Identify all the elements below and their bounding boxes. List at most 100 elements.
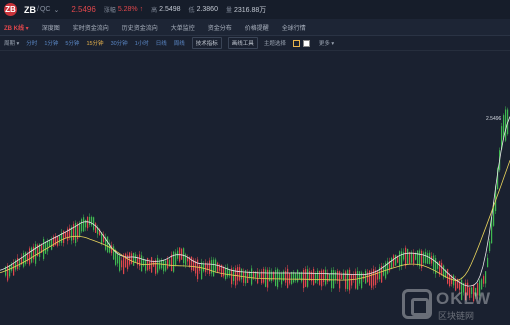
candle-body xyxy=(59,235,61,243)
candle-body xyxy=(505,109,507,141)
candle-body xyxy=(427,253,429,264)
chevron-down-icon[interactable]: ⌄ xyxy=(53,6,59,14)
candle-body xyxy=(275,269,277,286)
candle-body xyxy=(393,255,395,267)
period-dropdown[interactable]: 周期 ▾ xyxy=(4,39,19,47)
high-label: 高 xyxy=(151,8,158,14)
candle-body xyxy=(293,272,295,283)
candle-body xyxy=(403,252,405,260)
candle-body xyxy=(489,241,491,252)
candle-body xyxy=(215,259,217,272)
high-value: 2.5498 xyxy=(159,6,181,13)
candle-body xyxy=(217,262,219,273)
candle-body xyxy=(89,217,91,225)
candle-body xyxy=(341,274,343,280)
candle-body xyxy=(79,222,81,237)
candle-body xyxy=(65,232,67,238)
candle-body xyxy=(159,261,161,269)
candle-body xyxy=(213,259,215,277)
candle-body xyxy=(433,255,435,270)
candle-body xyxy=(333,270,335,289)
candle-body xyxy=(449,274,451,286)
candle-body xyxy=(265,269,267,287)
candle-body xyxy=(277,269,279,288)
candle-body xyxy=(419,250,421,267)
interval-1h[interactable]: 1小时 xyxy=(135,39,149,47)
candle-body xyxy=(321,270,323,287)
more-dropdown[interactable]: 更多 ▾ xyxy=(319,39,334,47)
candle-body xyxy=(307,269,309,287)
candle-body xyxy=(23,252,25,267)
interval-1m[interactable]: 1分钟 xyxy=(44,39,58,47)
candle-body xyxy=(51,239,53,250)
candle-body xyxy=(31,247,33,263)
candle-body xyxy=(107,236,109,253)
candle-body xyxy=(87,216,89,229)
candle-body xyxy=(9,265,11,277)
candle-body xyxy=(123,254,125,274)
candle-body xyxy=(373,269,375,286)
candle-body xyxy=(425,251,427,264)
drawing-tools-button[interactable]: 画线工具 xyxy=(227,37,258,49)
candle-body xyxy=(431,256,433,264)
chart-toolbar: 周期 ▾ 分时 1分钟 5分钟 15分钟 30分钟 1小时 日线 周线 技术指标… xyxy=(0,36,510,51)
tab-large-orders[interactable]: 大单监控 xyxy=(171,23,195,32)
interval-30m[interactable]: 30分钟 xyxy=(111,39,128,47)
candle-body xyxy=(289,272,291,284)
tab-fund-distribution[interactable]: 资金分布 xyxy=(208,23,232,32)
candle-body xyxy=(111,245,113,254)
theme-dark-swatch[interactable] xyxy=(292,39,300,47)
candle-body xyxy=(297,270,299,282)
interval-timeshare[interactable]: 分时 xyxy=(26,39,37,47)
candle-body xyxy=(47,241,49,252)
tab-global-market[interactable]: 全球行情 xyxy=(282,23,306,32)
tab-kline[interactable]: ZB K线 ▾ xyxy=(4,23,29,32)
pair-base[interactable]: ZB xyxy=(24,5,36,15)
indicators-button[interactable]: 技术指标 xyxy=(191,37,222,49)
kline-chart[interactable]: 2.5496 xyxy=(0,51,510,325)
interval-5m[interactable]: 5分钟 xyxy=(65,39,79,47)
candle-body xyxy=(191,256,193,271)
candle-body xyxy=(309,271,311,281)
candle-body xyxy=(351,274,353,286)
candle-body xyxy=(331,269,333,289)
theme-light-swatch[interactable] xyxy=(302,39,310,47)
candle-body xyxy=(359,271,361,284)
zb-logo-icon: ZB xyxy=(4,3,17,16)
change-label: 涨幅 xyxy=(103,8,116,14)
tab-depth[interactable]: 深度图 xyxy=(42,23,60,32)
candle-body xyxy=(25,252,27,264)
candle-body xyxy=(257,271,259,284)
candle-body xyxy=(133,252,135,266)
pair-quote[interactable]: QC xyxy=(40,6,51,13)
view-tabs: ZB K线 ▾ 深度图 实时资金流向 历史资金流向 大单监控 资金分布 价格提醒… xyxy=(0,19,510,36)
volume-label: 量 xyxy=(225,8,232,14)
candle-body xyxy=(7,265,9,281)
candle-body xyxy=(399,251,401,267)
candle-body xyxy=(269,270,271,282)
tab-history-flow[interactable]: 历史资金流向 xyxy=(122,23,158,32)
candle-body xyxy=(33,246,35,260)
candle-body xyxy=(155,260,157,274)
candle-body xyxy=(171,254,173,272)
tab-price-alert[interactable]: 价格提醒 xyxy=(245,23,269,32)
candle-body xyxy=(135,254,137,263)
tab-realtime-flow[interactable]: 实时资金流向 xyxy=(73,23,109,32)
candle-body xyxy=(157,257,159,273)
candle-body xyxy=(413,252,415,264)
candle-body xyxy=(423,252,425,263)
candle-body xyxy=(223,266,225,277)
candle-body xyxy=(145,260,147,271)
candle-body xyxy=(377,271,379,280)
candle-body xyxy=(211,259,213,274)
interval-1w[interactable]: 周线 xyxy=(174,39,185,47)
candle-body xyxy=(113,246,115,260)
candle-body xyxy=(163,260,165,272)
candle-body xyxy=(35,244,37,264)
candle-body xyxy=(409,252,411,264)
interval-15m[interactable]: 15分钟 xyxy=(86,39,103,47)
candle-body xyxy=(263,268,265,283)
candle-body xyxy=(335,271,337,281)
candle-body xyxy=(209,260,211,274)
interval-1d[interactable]: 日线 xyxy=(156,39,167,47)
